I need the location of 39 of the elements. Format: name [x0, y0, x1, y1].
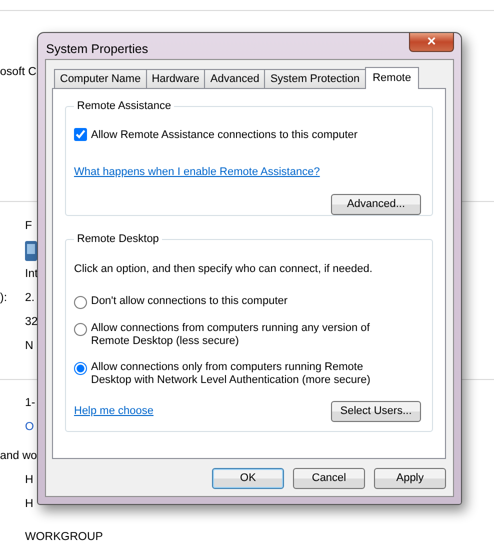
- tab[interactable]: Advanced: [204, 69, 266, 88]
- close-button[interactable]: ×: [409, 33, 454, 52]
- radio-button[interactable]: [74, 362, 87, 374]
- field-value: 32: [25, 315, 38, 330]
- help-link[interactable]: Help me choose: [74, 402, 154, 420]
- tab[interactable]: Remote: [364, 67, 420, 89]
- window-title: System Properties: [46, 41, 148, 58]
- field-label: osoft C: [0, 66, 36, 78]
- dialog-button[interactable]: Cancel: [293, 468, 365, 489]
- advanced-button[interactable]: Advanced...: [331, 194, 421, 215]
- field-value: 2.: [25, 291, 35, 306]
- select-users-button[interactable]: Select Users...: [331, 400, 421, 422]
- group-title: Remote Assistance: [76, 99, 172, 113]
- field-value: Int: [25, 267, 38, 282]
- checkbox[interactable]: [74, 128, 87, 141]
- link[interactable]: O: [25, 419, 34, 437]
- field-label: ):: [0, 292, 8, 304]
- field-value: F: [25, 219, 32, 234]
- tab[interactable]: System Protection: [264, 69, 366, 88]
- computer-icon: [25, 241, 37, 261]
- radio-button[interactable]: [74, 296, 87, 308]
- instruction-text: Click an option, and then specify who can connect, if needed.: [74, 262, 374, 277]
- dialog-button[interactable]: Apply: [374, 468, 446, 489]
- option-label: Allow connections from computers running any version of Remote Desktop (less secure): [91, 322, 371, 348]
- checkbox-label: Allow Remote Assistance connections to this computer: [91, 128, 358, 143]
- field-value: N: [25, 339, 34, 354]
- option-label: Don't allow connections to this computer: [91, 294, 289, 308]
- field-value: H: [25, 473, 34, 488]
- tab[interactable]: Hardware: [146, 69, 206, 88]
- tab[interactable]: Computer Name: [54, 69, 147, 88]
- radio-button[interactable]: [74, 322, 87, 336]
- dialog-button[interactable]: OK: [212, 468, 284, 489]
- field-label: and wo: [0, 450, 38, 462]
- field-value: H: [25, 497, 34, 512]
- group-title: Remote Desktop: [76, 232, 160, 246]
- field-value: 1-: [25, 396, 36, 412]
- help-link[interactable]: What happens when I enable Remote Assistance?: [74, 164, 320, 180]
- option-label: Allow connections only from computers running Remote Desktop with Network Level Authentication (more secure): [91, 360, 372, 386]
- field-value: WORKGROUP: [25, 530, 103, 546]
